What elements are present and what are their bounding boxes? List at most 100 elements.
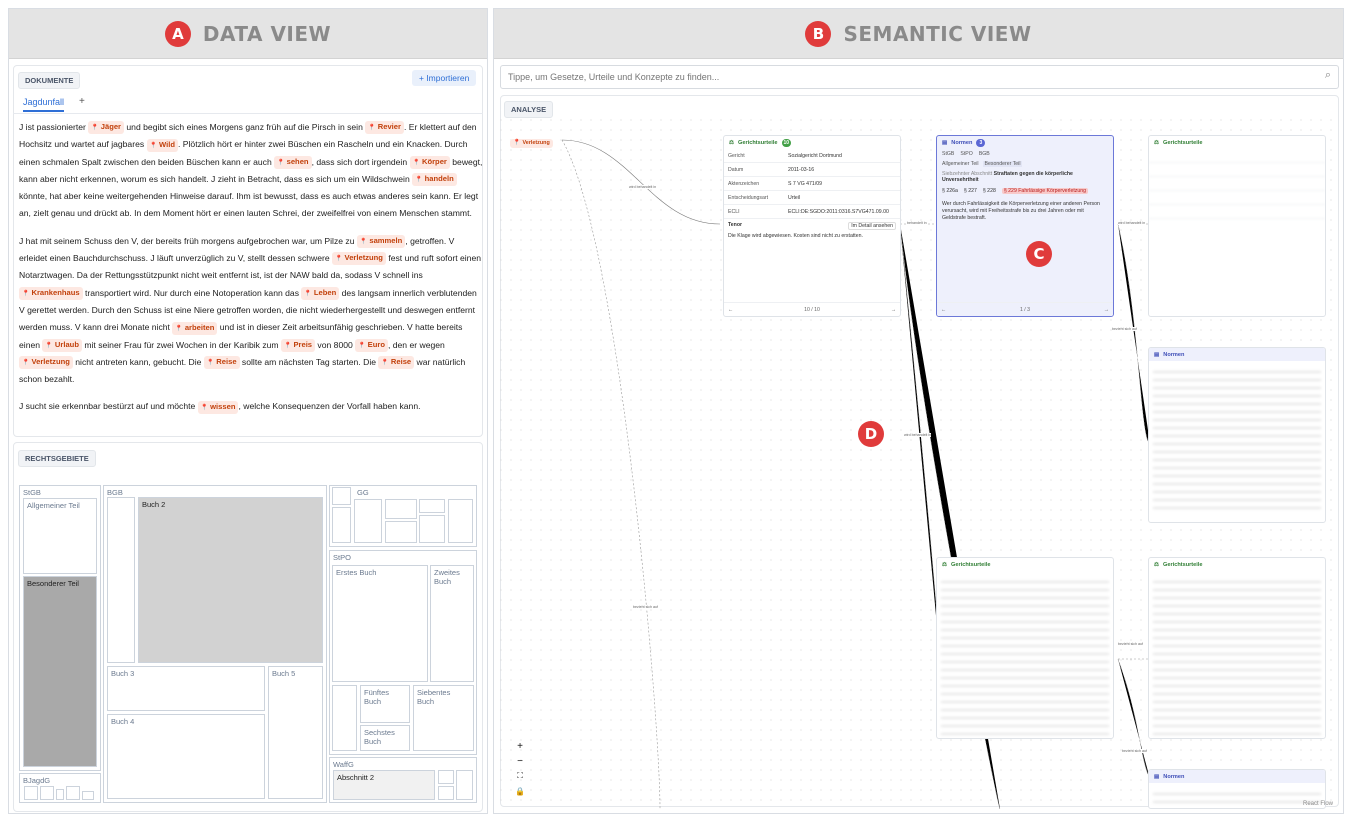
field-label: Entscheidungsart bbox=[728, 194, 769, 201]
treemap-waffg-abschnitt2[interactable]: Abschnitt 2 bbox=[333, 770, 435, 800]
prev-arrow-icon[interactable]: ← bbox=[728, 307, 733, 313]
document-text-run: transportiert wird. Nur durch eine Notop… bbox=[82, 287, 302, 298]
document-text-run: sollte am nächsten Tag starten. Die bbox=[239, 356, 379, 367]
document-text-run: J ist passionierter bbox=[19, 122, 89, 132]
treemap-stpo-sechstes[interactable]: Sechstes Buch bbox=[360, 725, 410, 751]
fit-view-button[interactable]: ⛶ bbox=[513, 769, 527, 783]
treemap-stpo-siebentes[interactable]: Siebentes Buch bbox=[413, 685, 474, 751]
book-icon: ▤ bbox=[1154, 351, 1160, 358]
tab-stgb[interactable]: StGB bbox=[942, 151, 954, 157]
edge-label: bezieht sich auf bbox=[1112, 327, 1137, 331]
analysis-section-label: ANALYSE bbox=[504, 101, 554, 118]
field-value: 2011-03-16 bbox=[788, 166, 815, 173]
entity-chip[interactable]: wissen bbox=[197, 400, 239, 414]
entity-chip[interactable]: Wild bbox=[146, 138, 178, 152]
document-text-run: , dass sich dort irgendein bbox=[311, 156, 410, 167]
treemap-label: Besonderer Teil bbox=[27, 579, 79, 588]
document-text-run: , welche Konsequenzen der Vorfall haben … bbox=[238, 401, 421, 412]
semantic-view-pane: B SEMANTIC VIEW ⌕ ANALYSE wird behandelt… bbox=[493, 8, 1344, 814]
zoom-in-button[interactable]: + bbox=[513, 739, 527, 753]
entity-chip[interactable]: Körper bbox=[409, 155, 450, 169]
data-view-header: A DATA VIEW bbox=[9, 9, 487, 59]
tab-jagdunfall[interactable]: Jagdunfall bbox=[23, 97, 65, 112]
gavel-icon: ⚖ bbox=[942, 561, 948, 568]
judgment-node[interactable]: ⚖ Gerichtsurteile 10 Gericht Sozialgericht … bbox=[723, 135, 901, 317]
entity-chip[interactable]: arbeiten bbox=[172, 321, 218, 335]
entity-chip[interactable]: Jäger bbox=[88, 121, 125, 135]
detail-button[interactable]: Im Detail ansehen bbox=[848, 222, 896, 230]
document-text[interactable]: J ist passionierter Jäger und begibt sic… bbox=[19, 119, 483, 426]
tab-stpo[interactable]: StPO bbox=[960, 151, 972, 157]
search-input[interactable] bbox=[501, 66, 1301, 88]
entity-chip[interactable]: Verletzung bbox=[332, 252, 386, 266]
paragraph-chip[interactable]: § 228 bbox=[983, 188, 996, 194]
documents-section-label: DOKUMENTE bbox=[18, 72, 81, 89]
entity-chip[interactable]: Leben bbox=[301, 286, 340, 300]
entity-chip[interactable]: Revier bbox=[365, 121, 404, 135]
treemap-bgb-buch4[interactable]: Buch 4 bbox=[107, 714, 265, 799]
entity-chip[interactable]: Krankenhaus bbox=[19, 286, 83, 300]
norms-node[interactable]: ▤ Normen bbox=[1148, 347, 1326, 523]
treemap-bgb-buch5[interactable]: Buch 5 bbox=[268, 666, 323, 799]
search-bar[interactable]: ⌕ bbox=[500, 65, 1339, 89]
tenor-heading: Tenor bbox=[728, 222, 743, 228]
judgment-title: Gerichtsurteile bbox=[1163, 561, 1203, 568]
document-text-run: mit seiner Frau für zwei Wochen in der K… bbox=[81, 339, 281, 350]
judgment-node[interactable]: ⚖ Gerichtsurteile bbox=[1148, 557, 1326, 739]
gavel-icon: ⚖ bbox=[1154, 561, 1160, 568]
pager: 10 / 10 bbox=[804, 306, 820, 313]
edge-label: bezieht sich auf bbox=[1122, 749, 1147, 753]
treemap-bgb-buch1[interactable] bbox=[107, 497, 135, 663]
document-text-run: nicht antreten kann, gebucht. Die bbox=[72, 356, 204, 367]
treemap-label: StPO bbox=[333, 553, 351, 562]
entity-chip: Verletzung bbox=[510, 139, 553, 149]
paragraph-chip[interactable]: § 227 bbox=[964, 188, 977, 194]
lock-icon[interactable]: 🔒 bbox=[513, 784, 527, 798]
zoom-out-button[interactable]: − bbox=[513, 754, 527, 768]
semantic-view-header: B SEMANTIC VIEW bbox=[494, 9, 1343, 59]
semantic-view-title: SEMANTIC VIEW bbox=[843, 21, 1032, 46]
judgment-node[interactable]: ⚖ Gerichtsurteile bbox=[936, 557, 1114, 739]
treemap-label: BJagdG bbox=[23, 776, 51, 785]
add-tab-button[interactable]: + bbox=[79, 96, 85, 107]
entity-chip[interactable]: Verletzung bbox=[19, 356, 73, 370]
prev-arrow-icon[interactable]: ← bbox=[941, 307, 946, 313]
entity-chip[interactable]: Reise bbox=[378, 356, 415, 370]
next-arrow-icon[interactable]: → bbox=[891, 307, 896, 313]
node-verletzung[interactable]: Verletzung bbox=[510, 135, 553, 153]
tab-bgb[interactable]: BGB bbox=[979, 151, 990, 157]
norms-node[interactable]: ▤ Normen 3 StGB StPO BGB Allgemeiner Teil … bbox=[936, 135, 1114, 317]
entity-chip[interactable]: handeln bbox=[412, 173, 457, 187]
entity-chip[interactable]: Reise bbox=[203, 356, 240, 370]
treemap-stpo-zweites[interactable]: Zweites Buch bbox=[430, 565, 474, 682]
entity-chip[interactable]: sammeln bbox=[356, 235, 406, 249]
treemap-bgb-buch3[interactable]: Buch 3 bbox=[107, 666, 265, 711]
import-button[interactable]: + Importieren bbox=[412, 70, 477, 86]
treemap-bgb-buch2[interactable]: Buch 2 bbox=[138, 497, 323, 663]
entity-chip[interactable]: Preis bbox=[280, 338, 316, 352]
treemap-label: Buch 2 bbox=[142, 500, 166, 509]
treemap-stpo-fuenftes[interactable]: Fünftes Buch bbox=[360, 685, 410, 723]
paragraph-chip-active[interactable]: § 229 Fahrlässige Körperverletzung bbox=[1001, 188, 1089, 194]
next-arrow-icon[interactable]: → bbox=[1104, 307, 1109, 313]
treemap-stgb-allgemeiner[interactable]: Allgemeiner Teil bbox=[23, 498, 97, 574]
norms-node[interactable]: ▤ Normen bbox=[1148, 769, 1326, 809]
treemap-stgb-besonderer[interactable]: Besonderer Teil bbox=[23, 576, 97, 767]
subtab-besonderer[interactable]: Besonderer Teil bbox=[982, 161, 1023, 167]
document-text-run: J hat mit seinem Schuss den V, der berei… bbox=[19, 235, 357, 246]
entity-chip[interactable]: sehen bbox=[274, 155, 312, 169]
document-text-run: könnte, hat aber keine weitergehenden Hi… bbox=[19, 191, 479, 219]
treemap-stpo-erstes[interactable]: Erstes Buch bbox=[332, 565, 428, 682]
entity-chip[interactable]: Euro bbox=[355, 338, 388, 352]
treemap-label: BGB bbox=[107, 488, 123, 497]
document-text-run: und begibt sich eines Morgens ganz früh … bbox=[124, 122, 366, 132]
field-value: Sozialgericht Dortmund bbox=[788, 152, 842, 159]
search-icon[interactable]: ⌕ bbox=[1325, 69, 1331, 82]
judgment-node[interactable]: ⚖ Gerichtsurteile bbox=[1148, 135, 1326, 317]
marker-d: D bbox=[858, 421, 884, 447]
judgment-title: Gerichtsurteile bbox=[951, 561, 991, 568]
entity-chip[interactable]: Urlaub bbox=[42, 338, 82, 352]
paragraph-chip[interactable]: § 226a bbox=[942, 188, 958, 194]
subtab-allgemeiner[interactable]: Allgemeiner Teil bbox=[942, 161, 979, 167]
tenor-text: Die Klage wird abgewiesen. Kosten sind n… bbox=[728, 233, 863, 239]
